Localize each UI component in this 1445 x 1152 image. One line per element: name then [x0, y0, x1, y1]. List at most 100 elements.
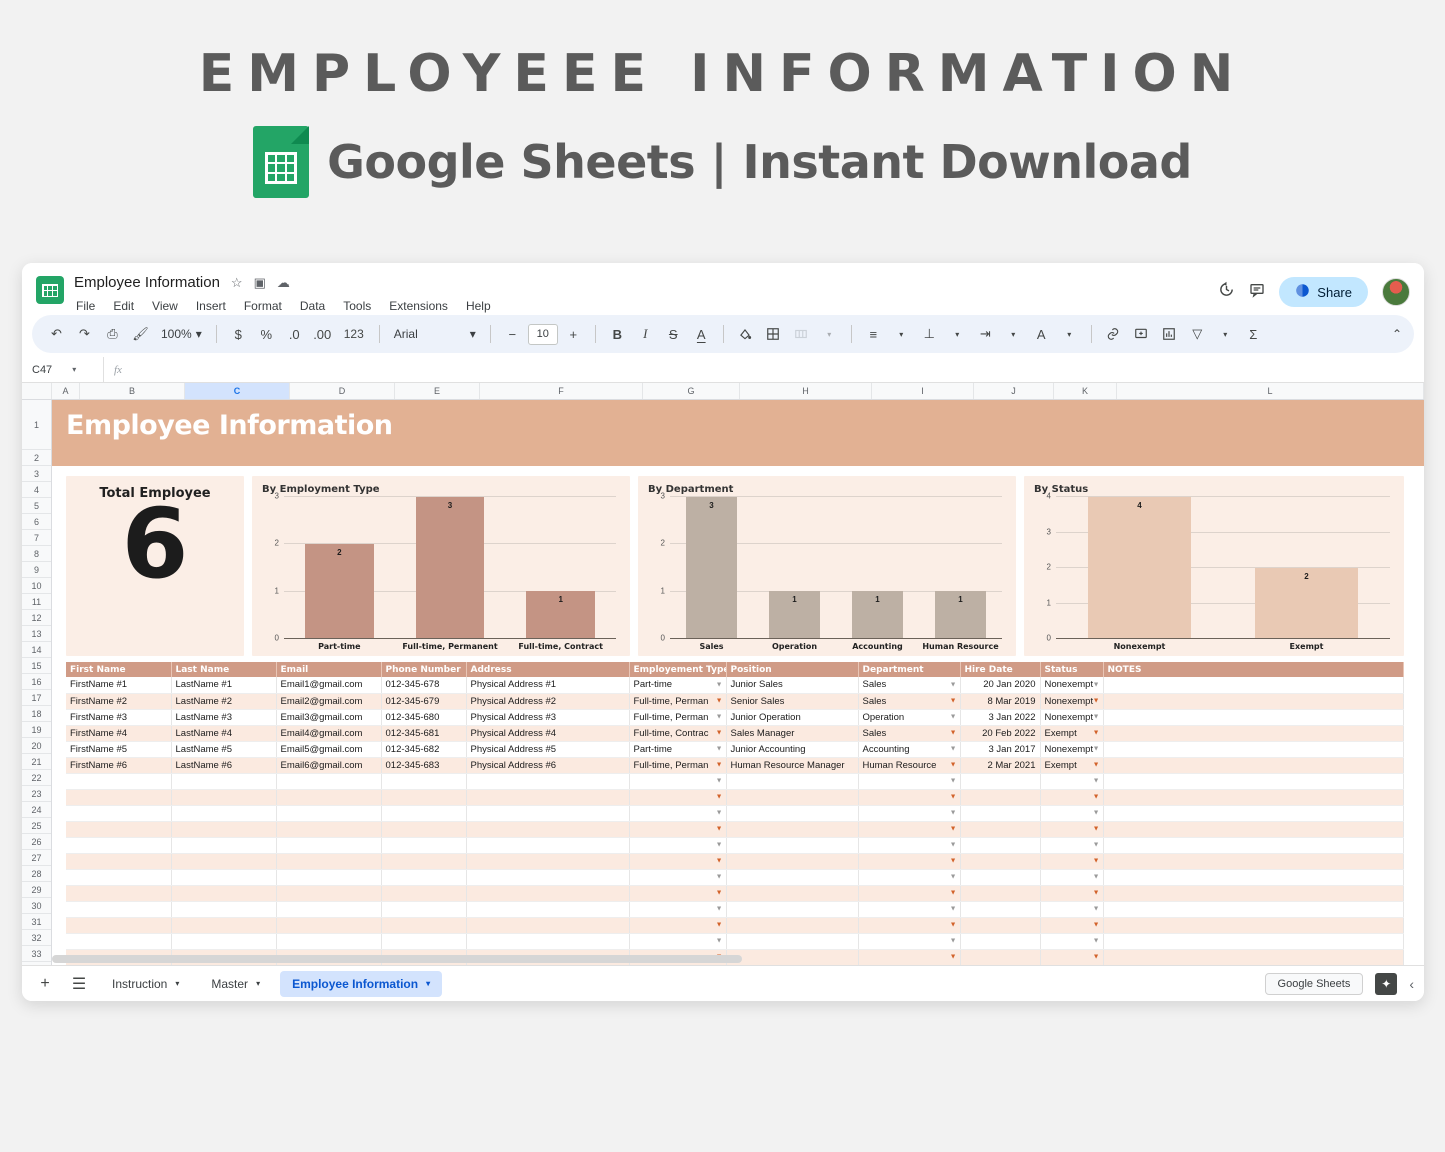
- formula-input[interactable]: [132, 357, 1424, 382]
- table-cell-email[interactable]: Email6@gmail.com: [276, 757, 381, 773]
- dropdown-arrow-icon[interactable]: ▼: [1093, 746, 1100, 753]
- table-cell-position[interactable]: [726, 885, 858, 901]
- table-cell-address[interactable]: [466, 853, 629, 869]
- table-cell-hire[interactable]: 2 Mar 2021: [960, 757, 1040, 773]
- dropdown-arrow-icon[interactable]: ▼: [1093, 730, 1100, 737]
- table-cell-address[interactable]: Physical Address #2: [466, 693, 629, 709]
- table-cell-position[interactable]: [726, 949, 858, 965]
- chevron-down-icon[interactable]: ▾: [1001, 322, 1026, 347]
- insert-chart-icon[interactable]: [1157, 322, 1182, 347]
- table-cell-emptype[interactable]: ▼: [629, 789, 726, 805]
- sheets-app-icon[interactable]: [36, 276, 64, 304]
- table-cell-position[interactable]: [726, 821, 858, 837]
- table-cell-status[interactable]: ▼: [1040, 949, 1103, 965]
- table-cell-department[interactable]: Sales▼: [858, 693, 960, 709]
- table-cell-hire[interactable]: [960, 805, 1040, 821]
- dropdown-arrow-icon[interactable]: ▼: [1093, 714, 1100, 721]
- table-column-header[interactable]: Address: [466, 662, 629, 677]
- table-cell-hire[interactable]: [960, 773, 1040, 789]
- table-cell-first[interactable]: [66, 821, 171, 837]
- dropdown-arrow-icon[interactable]: ▼: [950, 938, 957, 945]
- table-cell-last[interactable]: [171, 805, 276, 821]
- table-cell-department[interactable]: ▼: [858, 933, 960, 949]
- table-column-header[interactable]: Last Name: [171, 662, 276, 677]
- dropdown-arrow-icon[interactable]: ▼: [950, 922, 957, 929]
- dropdown-arrow-icon[interactable]: ▼: [716, 858, 723, 865]
- insert-comment-icon[interactable]: [1129, 322, 1154, 347]
- row-header-23[interactable]: 23: [22, 786, 51, 802]
- chevron-down-icon[interactable]: ▾: [72, 365, 76, 374]
- table-cell-department[interactable]: Accounting▼: [858, 741, 960, 757]
- select-all-corner[interactable]: [22, 383, 52, 399]
- table-cell-first[interactable]: [66, 885, 171, 901]
- table-cell-last[interactable]: [171, 885, 276, 901]
- row-header-14[interactable]: 14: [22, 642, 51, 658]
- table-cell-status[interactable]: Nonexempt▼: [1040, 741, 1103, 757]
- table-cell-address[interactable]: Physical Address #5: [466, 741, 629, 757]
- table-cell-first[interactable]: FirstName #1: [66, 677, 171, 693]
- table-cell-phone[interactable]: [381, 837, 466, 853]
- table-cell-email[interactable]: [276, 917, 381, 933]
- functions-icon[interactable]: Σ: [1241, 322, 1266, 347]
- table-cell-phone[interactable]: [381, 805, 466, 821]
- dropdown-arrow-icon[interactable]: ▼: [950, 890, 957, 897]
- dropdown-arrow-icon[interactable]: ▼: [716, 794, 723, 801]
- table-cell-last[interactable]: LastName #3: [171, 709, 276, 725]
- menu-help[interactable]: Help: [464, 298, 493, 314]
- table-cell-department[interactable]: ▼: [858, 805, 960, 821]
- table-column-header[interactable]: Position: [726, 662, 858, 677]
- table-cell-notes[interactable]: [1103, 725, 1404, 741]
- add-sheet-icon[interactable]: +: [32, 971, 58, 997]
- table-cell-phone[interactable]: 012-345-681: [381, 725, 466, 741]
- table-cell-last[interactable]: LastName #6: [171, 757, 276, 773]
- row-header-32[interactable]: 32: [22, 930, 51, 946]
- table-cell-emptype[interactable]: Full-time, Perman▼: [629, 709, 726, 725]
- dropdown-arrow-icon[interactable]: ▼: [1093, 794, 1100, 801]
- cloud-saved-icon[interactable]: ☁: [277, 276, 290, 289]
- table-cell-position[interactable]: Human Resource Manager: [726, 757, 858, 773]
- undo-icon[interactable]: ↶: [44, 322, 69, 347]
- table-cell-notes[interactable]: [1103, 949, 1404, 965]
- row-header-6[interactable]: 6: [22, 514, 51, 530]
- dropdown-arrow-icon[interactable]: ▼: [716, 826, 723, 833]
- table-cell-phone[interactable]: [381, 869, 466, 885]
- dropdown-arrow-icon[interactable]: ▼: [950, 794, 957, 801]
- row-header-21[interactable]: 21: [22, 754, 51, 770]
- table-cell-position[interactable]: Junior Operation: [726, 709, 858, 725]
- dropdown-arrow-icon[interactable]: ▼: [1093, 826, 1100, 833]
- table-cell-department[interactable]: ▼: [858, 901, 960, 917]
- text-wrapping-icon[interactable]: ⇥: [973, 322, 998, 347]
- table-cell-status[interactable]: ▼: [1040, 821, 1103, 837]
- table-cell-emptype[interactable]: ▼: [629, 853, 726, 869]
- dropdown-arrow-icon[interactable]: ▼: [950, 698, 957, 705]
- sheet-tab-master[interactable]: Master ▾: [199, 971, 272, 997]
- dropdown-arrow-icon[interactable]: ▼: [1093, 762, 1100, 769]
- table-cell-department[interactable]: ▼: [858, 917, 960, 933]
- zoom-selector[interactable]: 100% ▾: [156, 327, 207, 341]
- table-row[interactable]: FirstName #4LastName #4Email4@gmail.com0…: [66, 725, 1404, 741]
- table-cell-notes[interactable]: [1103, 885, 1404, 901]
- table-cell-position[interactable]: [726, 789, 858, 805]
- column-header-a[interactable]: A: [52, 383, 80, 399]
- row-header-20[interactable]: 20: [22, 738, 51, 754]
- chevron-down-icon[interactable]: ▾: [1213, 322, 1238, 347]
- table-cell-email[interactable]: [276, 805, 381, 821]
- dropdown-arrow-icon[interactable]: ▼: [716, 714, 723, 721]
- chevron-down-icon[interactable]: ▾: [426, 979, 430, 988]
- dropdown-arrow-icon[interactable]: ▼: [1093, 890, 1100, 897]
- table-cell-email[interactable]: [276, 773, 381, 789]
- table-cell-emptype[interactable]: Full-time, Perman▼: [629, 757, 726, 773]
- row-header-8[interactable]: 8: [22, 546, 51, 562]
- table-cell-last[interactable]: LastName #1: [171, 677, 276, 693]
- table-cell-email[interactable]: Email3@gmail.com: [276, 709, 381, 725]
- dropdown-arrow-icon[interactable]: ▼: [1093, 906, 1100, 913]
- dropdown-arrow-icon[interactable]: ▼: [1093, 858, 1100, 865]
- table-cell-address[interactable]: Physical Address #6: [466, 757, 629, 773]
- table-cell-phone[interactable]: [381, 917, 466, 933]
- chevron-down-icon[interactable]: ▾: [1057, 322, 1082, 347]
- paint-format-icon[interactable]: 🖌: [128, 322, 153, 347]
- column-header-h[interactable]: H: [740, 383, 872, 399]
- column-header-j[interactable]: J: [974, 383, 1054, 399]
- collapse-panel-icon[interactable]: ‹: [1409, 976, 1414, 992]
- chart-card-employment-type[interactable]: By Employment Type 0123231 Part-timeFull…: [252, 476, 630, 656]
